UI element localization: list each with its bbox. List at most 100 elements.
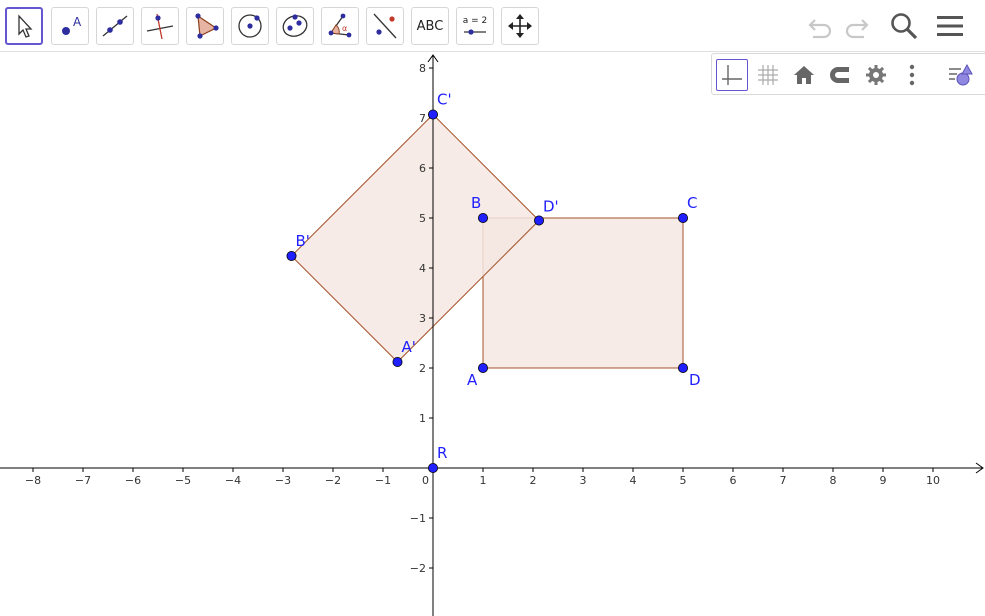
y-tick-label: 2 xyxy=(419,362,426,375)
grid-icon xyxy=(758,65,778,85)
perpendicular-line-icon xyxy=(146,13,174,40)
line-tool-button[interactable] xyxy=(96,7,134,45)
reflect-about-line-icon xyxy=(373,13,397,39)
x-tick-label: 2 xyxy=(530,474,537,487)
x-tick-label: −4 xyxy=(225,474,241,487)
y-tick-label: 1 xyxy=(419,412,426,425)
y-tick-label: 4 xyxy=(419,262,426,275)
slider-tool-button[interactable]: a = 2 xyxy=(456,7,494,45)
point-label-d-prime: D' xyxy=(543,198,559,216)
x-tick-label: −3 xyxy=(275,474,291,487)
graphics-settings-button[interactable] xyxy=(860,59,892,91)
menu-icon xyxy=(937,16,963,36)
polygon-tool-button[interactable] xyxy=(186,7,224,45)
x-tick-label: −1 xyxy=(375,474,391,487)
search-button[interactable] xyxy=(886,8,922,44)
move-graphics-view-tool-button[interactable] xyxy=(501,7,539,45)
polygons xyxy=(290,113,684,369)
x-tick-label: 5 xyxy=(680,474,687,487)
axes-icon xyxy=(722,65,742,85)
search-icon xyxy=(891,13,918,40)
x-tick-label: 6 xyxy=(730,474,737,487)
menu-button[interactable] xyxy=(932,8,968,44)
y-tick-label: 8 xyxy=(419,62,426,75)
y-tick-label: 6 xyxy=(419,162,426,175)
x-tick-label: −7 xyxy=(75,474,91,487)
point-a-prime xyxy=(392,356,403,367)
x-tick-label: 4 xyxy=(630,474,637,487)
cursor-arrow-icon xyxy=(18,14,33,38)
point-label-c-prime: C' xyxy=(437,91,452,109)
toggle-style-bar-button[interactable] xyxy=(944,59,976,91)
conic-tool-button[interactable] xyxy=(276,7,314,45)
point-label-a: A xyxy=(467,371,478,389)
polygon-icon xyxy=(195,13,219,39)
x-tick-label: 10 xyxy=(926,474,940,487)
point-b xyxy=(477,212,488,223)
undo-button[interactable] xyxy=(802,8,838,44)
x-tick-label: 9 xyxy=(880,474,887,487)
move-tool-button[interactable] xyxy=(5,7,43,45)
point-label-r: R xyxy=(437,444,447,462)
more-vertical-icon xyxy=(909,64,915,86)
y-tick-label: −1 xyxy=(410,512,426,525)
text-tool-button[interactable]: ABC xyxy=(411,7,449,45)
svg-text:a = 2: a = 2 xyxy=(463,16,488,26)
text-tool-label: ABC xyxy=(416,18,444,34)
svg-text:A: A xyxy=(73,15,82,29)
point-label-d: D xyxy=(689,371,701,389)
undo-icon xyxy=(808,19,832,39)
svg-text:α: α xyxy=(342,24,347,33)
axes-toggle-button[interactable] xyxy=(716,59,748,91)
point-a xyxy=(477,362,488,373)
magnet-icon xyxy=(830,67,849,83)
style-bar-toggle-icon xyxy=(949,63,973,86)
gear-icon xyxy=(866,65,886,85)
y-tick-label: 7 xyxy=(419,112,426,125)
graphics-view[interactable]: −8 −7 −6 −5 −4 −3 −2 −1 0 1 2 3 4 5 6 7 8 9 10 −2 −1 1 2 3 4 5 6 7 8… xyxy=(0,53,985,616)
more-options-button[interactable] xyxy=(896,59,928,91)
point-c xyxy=(678,212,689,223)
x-tick-label: −2 xyxy=(325,474,341,487)
home-icon xyxy=(794,66,814,84)
point-c-prime xyxy=(427,109,438,120)
angle-tool-button[interactable]: α xyxy=(321,7,359,45)
redo-button[interactable] xyxy=(839,8,875,44)
x-tick-label: −5 xyxy=(175,474,191,487)
point-r xyxy=(427,462,438,473)
perpendicular-line-tool-button[interactable] xyxy=(141,7,179,45)
standard-view-button[interactable] xyxy=(788,59,820,91)
point-d-prime xyxy=(534,215,545,226)
ellipse-icon xyxy=(282,14,308,37)
grid-toggle-button[interactable] xyxy=(752,59,784,91)
y-tick-label: −2 xyxy=(410,562,426,575)
x-tick-label: 0 xyxy=(422,474,429,487)
line-icon xyxy=(102,15,128,37)
circle-tool-button[interactable] xyxy=(231,7,269,45)
slider-icon: a = 2 xyxy=(463,16,488,35)
point-label-c: C xyxy=(687,194,697,212)
redo-icon xyxy=(845,19,869,39)
x-tick-label: 3 xyxy=(580,474,587,487)
point-capturing-button[interactable] xyxy=(824,59,856,91)
x-tick-label: −6 xyxy=(125,474,141,487)
x-tick-label: 8 xyxy=(830,474,837,487)
x-tick-label: 1 xyxy=(480,474,487,487)
point-label-a-prime: A' xyxy=(402,338,416,356)
move-arrows-icon xyxy=(508,14,532,38)
point-b-prime xyxy=(286,250,297,261)
reflect-tool-button[interactable] xyxy=(366,7,404,45)
point-label-b-prime: B' xyxy=(296,232,310,250)
tick-labels: −8 −7 −6 −5 −4 −3 −2 −1 0 1 2 3 4 5 6 7 8 9 10 −2 −1 1 2 3 4 5 6 7 8 xyxy=(25,62,940,575)
graphics-style-bar xyxy=(711,53,985,95)
x-tick-label: −8 xyxy=(25,474,41,487)
point-icon: A xyxy=(62,15,82,35)
x-tick-label: 7 xyxy=(780,474,787,487)
circle-icon xyxy=(238,14,262,38)
angle-icon: α xyxy=(328,13,352,38)
main-toolbar: A α ABC a = 2 xyxy=(0,0,985,52)
point-tool-button[interactable]: A xyxy=(51,7,89,45)
point-d xyxy=(678,362,689,373)
point-label-b: B xyxy=(471,194,481,212)
y-tick-label: 3 xyxy=(419,312,426,325)
